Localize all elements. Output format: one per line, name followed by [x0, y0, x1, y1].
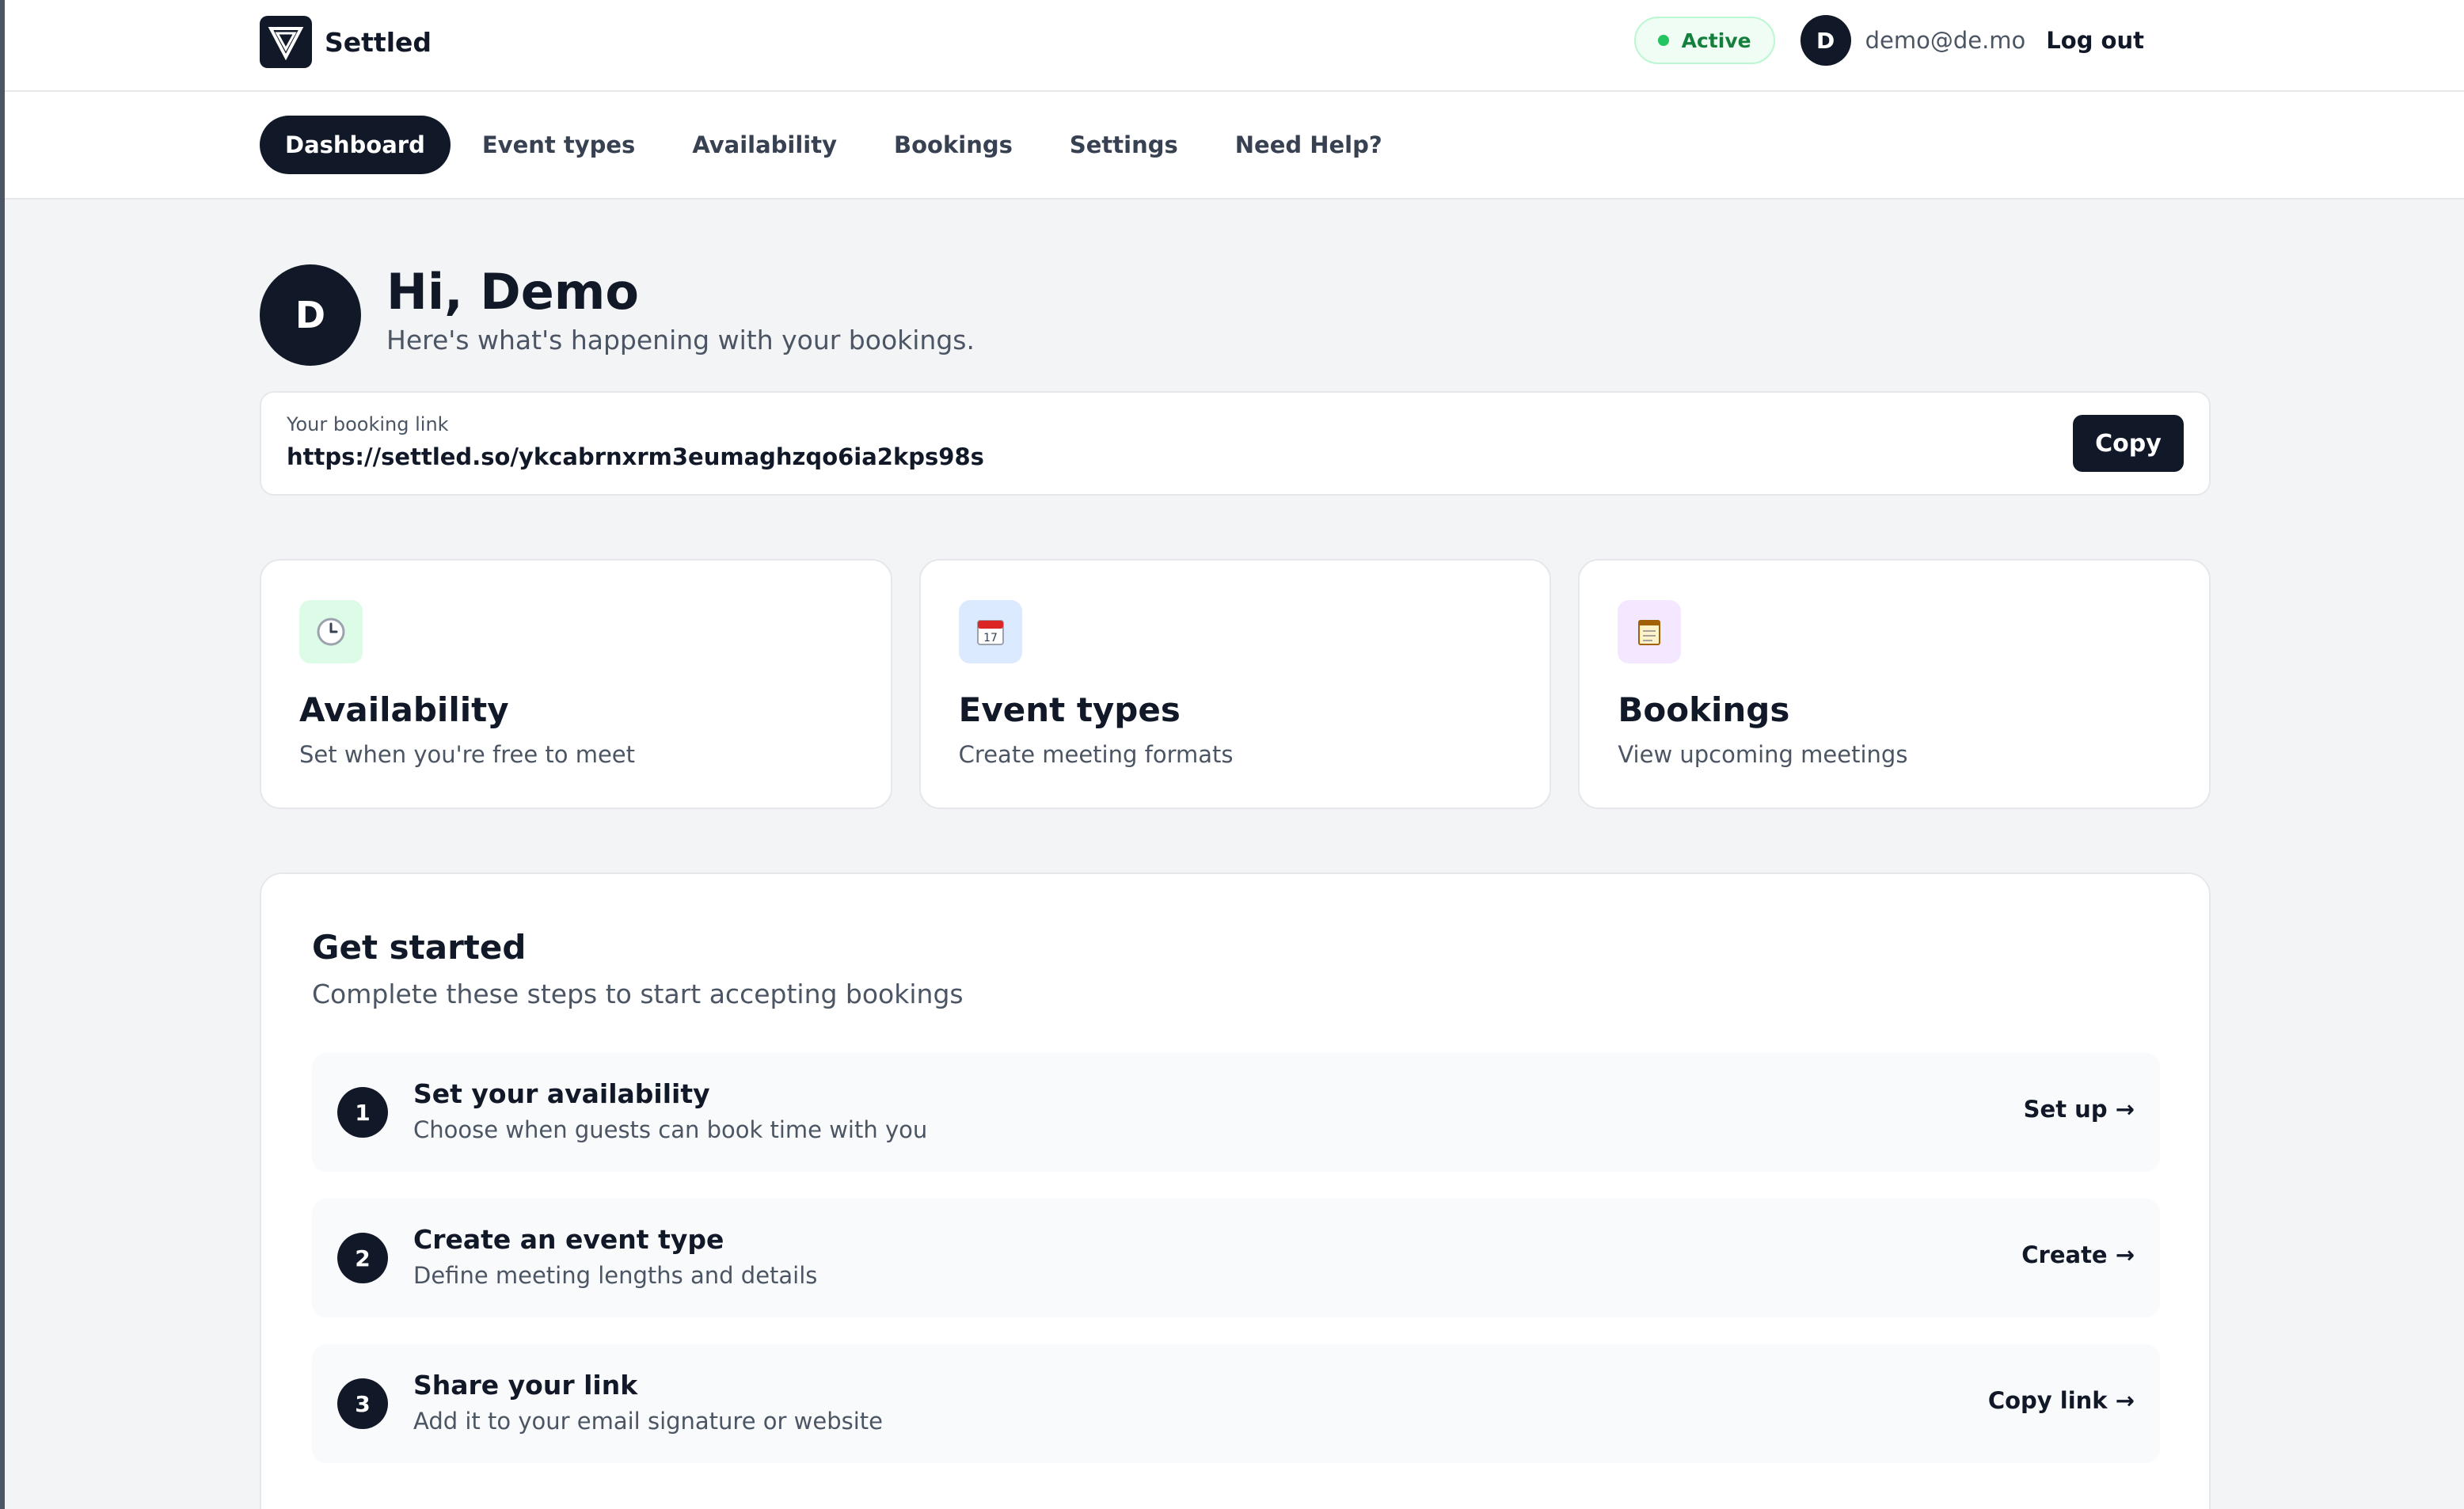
nav-tabs: Dashboard Event types Availability Booki… [260, 116, 1408, 174]
top-header: Settled Active D demo@de.mo Log out [5, 0, 2464, 92]
step-title: Set your availability [413, 1078, 710, 1109]
get-started-subtitle: Complete these steps to start accepting … [312, 979, 964, 1009]
status-text: Active [1681, 29, 1751, 52]
page-subtitle: Here's what's happening with your bookin… [386, 325, 975, 355]
step-number: 2 [337, 1233, 388, 1283]
booking-link-card: Your booking link https://settled.so/ykc… [260, 391, 2211, 496]
header-user-area: Active D demo@de.mo Log out [1633, 14, 2144, 67]
feature-card-bookings[interactable]: Bookings View upcoming meetings [1578, 559, 2211, 809]
greeting: D Hi, Demo Here's what's happening with … [260, 264, 975, 366]
step-desc: Add it to your email signature or websit… [413, 1408, 884, 1435]
step-desc: Define meeting lengths and details [413, 1262, 818, 1289]
booking-link-label: Your booking link [287, 413, 449, 435]
feature-desc: View upcoming meetings [1618, 741, 1908, 768]
tab-dashboard[interactable]: Dashboard [260, 116, 451, 174]
main-nav: Dashboard Event types Availability Booki… [5, 92, 2464, 200]
greeting-avatar: D [260, 264, 361, 366]
booking-link-url[interactable]: https://settled.so/ykcabrnxrm3eumaghzqo6… [287, 443, 984, 470]
tab-bookings[interactable]: Bookings [869, 116, 1038, 174]
notepad-icon [1618, 600, 1682, 663]
triangle-logo-icon [260, 16, 312, 68]
feature-desc: Set when you're free to meet [299, 741, 636, 768]
feature-desc: Create meeting formats [958, 741, 1234, 768]
clock-icon [299, 600, 363, 663]
tab-need-help[interactable]: Need Help? [1210, 116, 1408, 174]
page-title: Hi, Demo [386, 263, 639, 321]
step-number: 3 [337, 1378, 388, 1429]
feature-title: Bookings [1618, 690, 1790, 729]
user-email: demo@de.mo [1865, 27, 2026, 54]
brand[interactable]: Settled [260, 16, 432, 68]
feature-title: Event types [958, 690, 1181, 729]
window-left-edge [0, 0, 5, 1509]
user-avatar[interactable]: D [1800, 15, 1851, 66]
status-dot-icon [1657, 35, 1669, 46]
step-create-event-type: 2 Create an event type Define meeting le… [312, 1199, 2160, 1317]
step-title: Share your link [413, 1370, 638, 1401]
tab-event-types[interactable]: Event types [457, 116, 660, 174]
step-desc: Choose when guests can book time with yo… [413, 1116, 928, 1143]
logout-link[interactable]: Log out [2046, 27, 2144, 54]
greeting-text: Hi, Demo Here's what's happening with yo… [386, 263, 975, 356]
brand-name: Settled [325, 26, 432, 58]
copy-link-action[interactable]: Copy link → [1988, 1387, 2135, 1414]
feature-title: Availability [299, 690, 509, 729]
create-link[interactable]: Create → [2021, 1241, 2135, 1268]
get-started-title: Get started [312, 928, 527, 967]
tab-settings[interactable]: Settings [1044, 116, 1203, 174]
feature-card-event-types[interactable]: 17 Event types Create meeting formats [918, 559, 1552, 809]
step-title: Create an event type [413, 1224, 724, 1255]
step-number: 1 [337, 1087, 388, 1138]
tab-availability[interactable]: Availability [667, 116, 862, 174]
set-up-link[interactable]: Set up → [2024, 1096, 2135, 1123]
status-badge: Active [1633, 17, 1775, 64]
step-share-link: 3 Share your link Add it to your email s… [312, 1344, 2160, 1463]
calendar-icon: 17 [958, 600, 1022, 663]
copy-link-button[interactable]: Copy [2073, 415, 2184, 472]
get-started-card: Get started Complete these steps to star… [260, 872, 2211, 1509]
feature-card-availability[interactable]: Availability Set when you're free to mee… [260, 559, 892, 809]
step-set-availability: 1 Set your availability Choose when gues… [312, 1053, 2160, 1172]
feature-cards: Availability Set when you're free to mee… [260, 559, 2211, 809]
calendar-day-text: 17 [983, 632, 998, 644]
